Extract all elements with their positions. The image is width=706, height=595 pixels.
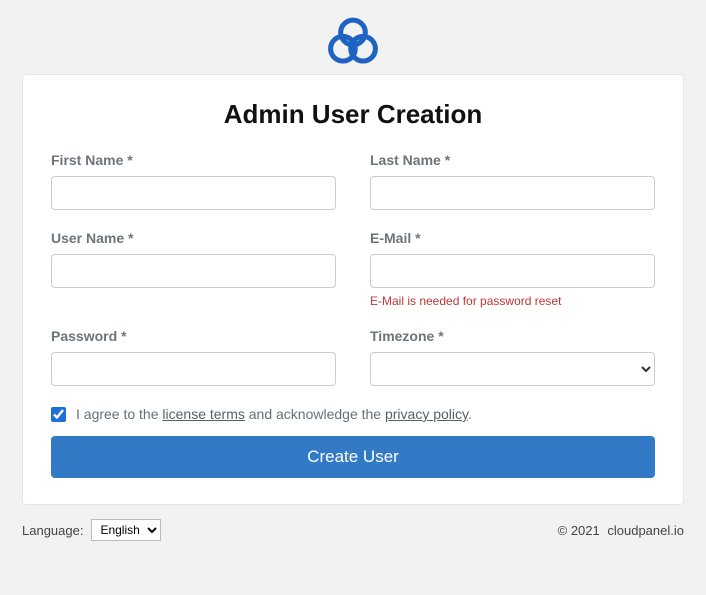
timezone-select[interactable] — [370, 352, 655, 386]
app-logo — [325, 14, 381, 70]
page-title: Admin User Creation — [51, 99, 655, 130]
user-name-input[interactable] — [51, 254, 336, 288]
first-name-label: First Name * — [51, 152, 336, 168]
license-terms-link[interactable]: license terms — [162, 406, 244, 422]
password-label: Password * — [51, 328, 336, 344]
first-name-input[interactable] — [51, 176, 336, 210]
language-select[interactable]: English — [91, 519, 161, 541]
agree-text-pre: I agree to the — [76, 406, 162, 422]
email-hint: E-Mail is needed for password reset — [370, 294, 655, 308]
copyright-text: © 2021 — [558, 523, 600, 538]
page-footer: Language: English © 2021 cloudpanel.io — [22, 519, 684, 541]
last-name-input[interactable] — [370, 176, 655, 210]
email-label: E-Mail * — [370, 230, 655, 246]
cloudpanel-logo-icon — [325, 14, 381, 70]
language-label: Language: — [22, 523, 83, 538]
site-link[interactable]: cloudpanel.io — [607, 523, 684, 538]
admin-create-card: Admin User Creation First Name * Last Na… — [22, 74, 684, 505]
agree-text-post: . — [468, 406, 472, 422]
email-input[interactable] — [370, 254, 655, 288]
user-name-label: User Name * — [51, 230, 336, 246]
agree-text-mid: and acknowledge the — [245, 406, 385, 422]
password-input[interactable] — [51, 352, 336, 386]
timezone-label: Timezone * — [370, 328, 655, 344]
agree-text: I agree to the license terms and acknowl… — [76, 406, 472, 422]
last-name-label: Last Name * — [370, 152, 655, 168]
create-user-button[interactable]: Create User — [51, 436, 655, 478]
agree-checkbox[interactable] — [51, 407, 66, 422]
privacy-policy-link[interactable]: privacy policy — [385, 406, 468, 422]
